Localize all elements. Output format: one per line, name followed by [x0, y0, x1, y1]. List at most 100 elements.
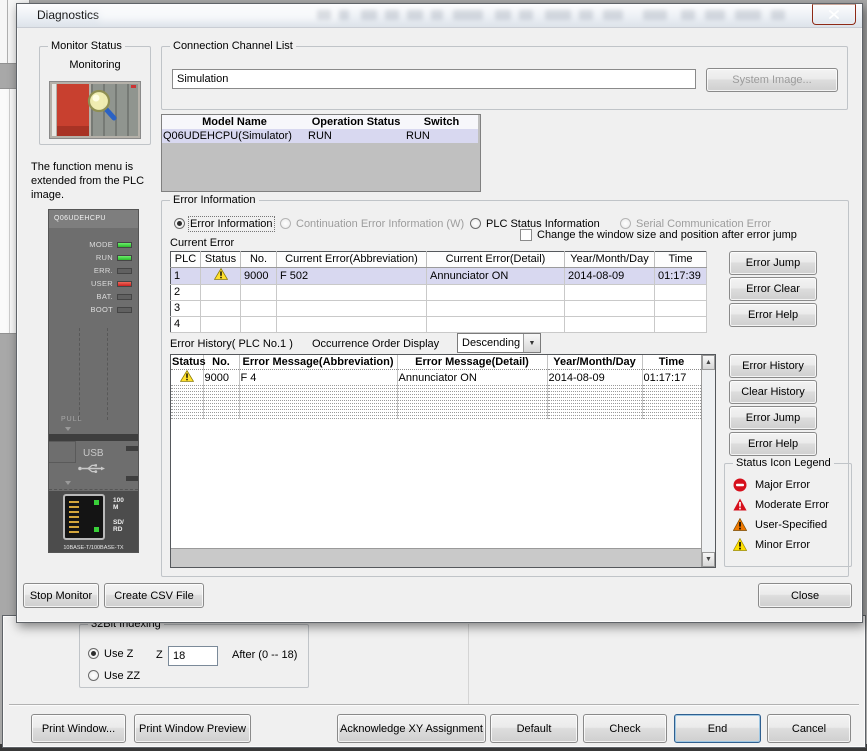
model-table-row[interactable]: Q06UDEHCPU(Simulator) RUN RUN — [162, 129, 478, 143]
plc-monitor-image — [49, 81, 141, 139]
occurrence-order-label: Occurrence Order Display — [312, 338, 439, 350]
use-z-radio-label: Use Z — [104, 648, 133, 660]
plc-model-label: Q06UDEHCPU — [49, 210, 138, 228]
error-clear-button[interactable]: Error Clear — [729, 277, 817, 301]
titlebar-blur — [771, 10, 785, 20]
z-label: Z — [156, 649, 163, 661]
titlebar-blur — [407, 10, 423, 20]
divider-vertical — [468, 624, 469, 704]
port-speed-label: 100M — [113, 497, 124, 511]
current-error-row[interactable]: 2 — [171, 285, 707, 301]
moderate-error-icon — [733, 498, 747, 511]
plc-seam — [79, 328, 80, 420]
indexing-group: 32Bit Indexing Use Z Z After (0 -- 18) U… — [79, 624, 309, 688]
history-row[interactable]: 9000 F 4 Annunciator ON 2014-08-09 01:17… — [171, 370, 701, 386]
titlebar-blur — [705, 10, 725, 20]
ethernet-led — [94, 527, 99, 532]
error-detail-cell: Annunciator ON — [397, 370, 547, 386]
current-error-header: Current Error(Abbreviation) — [277, 252, 427, 268]
close-button[interactable]: Close — [758, 583, 852, 608]
port-sdrd-label: SD/RD — [113, 519, 124, 533]
user-specified-icon — [733, 518, 747, 531]
magnifier-icon — [76, 86, 120, 126]
current-error-row[interactable]: 3 — [171, 301, 707, 317]
plc-tab — [49, 441, 76, 463]
error-time-cell: 01:17:39 — [655, 268, 707, 285]
current-error-row[interactable]: 1 9000 F 502 Annunciator ON 2014-08-09 0… — [171, 268, 707, 285]
z-value-input[interactable] — [168, 646, 218, 666]
print-window-button[interactable]: Print Window... — [31, 714, 126, 743]
plc-right-tab — [126, 476, 138, 481]
user-led-icon — [117, 281, 132, 287]
current-error-header: No. — [241, 252, 277, 268]
stop-monitor-button[interactable]: Stop Monitor — [23, 583, 99, 608]
z-range-label: After (0 -- 18) — [232, 649, 297, 661]
occurrence-order-dropdown[interactable]: Descending ▼ — [457, 333, 541, 353]
current-error-row[interactable]: 4 — [171, 317, 707, 333]
error-help-button[interactable]: Error Help — [729, 303, 817, 327]
error-history-button[interactable]: Error History — [729, 354, 817, 378]
error-time-cell: 01:17:17 — [642, 370, 701, 386]
create-csv-file-button[interactable]: Create CSV File — [104, 583, 204, 608]
radio-dot-icon — [280, 218, 291, 229]
usb-label: USB — [83, 448, 104, 459]
minor-error-icon — [214, 268, 228, 280]
default-button[interactable]: Default — [490, 714, 578, 743]
radio-label: Serial Communication Error — [636, 218, 771, 230]
chevron-down-icon: ▼ — [523, 334, 540, 352]
history-error-jump-button[interactable]: Error Jump — [729, 406, 817, 430]
system-image-button: System Image... — [706, 68, 838, 92]
monitor-image-strip — [52, 84, 56, 136]
titlebar-blur — [519, 10, 533, 20]
monitor-status-group: Monitor Status Monitoring — [39, 46, 151, 145]
pull-label: PULL — [61, 416, 83, 423]
pull-arrow-icon — [65, 481, 71, 485]
led-label: BOOT — [91, 305, 113, 314]
error-history-label: Error History( PLC No.1 ) — [170, 338, 293, 350]
print-window-preview-button[interactable]: Print Window Preview — [134, 714, 251, 743]
ethernet-port — [63, 494, 105, 540]
scroll-down-button[interactable]: ▼ — [702, 552, 715, 567]
titlebar-blur — [431, 10, 443, 20]
resize-after-jump-checkbox[interactable]: Change the window size and position afte… — [520, 229, 797, 241]
scroll-up-button[interactable]: ▲ — [702, 355, 715, 370]
error-jump-button[interactable]: Error Jump — [729, 251, 817, 275]
operation-status-cell: RUN — [307, 129, 405, 143]
model-name-cell: Q06UDEHCPU(Simulator) — [162, 129, 307, 143]
history-bottom-strip — [171, 548, 701, 567]
history-header: Error Message(Detail) — [397, 355, 547, 370]
mode-led-icon — [117, 242, 132, 248]
check-button[interactable]: Check — [583, 714, 667, 743]
monitor-image-led — [131, 85, 136, 88]
error-abbr-cell: F 4 — [239, 370, 397, 386]
use-zz-radio[interactable]: Use ZZ — [88, 669, 140, 682]
clear-history-button[interactable]: Clear History — [729, 380, 817, 404]
model-table: Model Name Operation Status Switch Q06UD… — [161, 114, 481, 192]
end-button[interactable]: End — [674, 714, 761, 743]
legend-label: Major Error — [755, 479, 810, 491]
cancel-button[interactable]: Cancel — [767, 714, 851, 743]
titlebar-blur — [317, 10, 331, 20]
radio-label: Error Information — [190, 218, 273, 230]
close-window-button[interactable] — [812, 4, 856, 25]
acknowledge-xy-assignment-button[interactable]: Acknowledge XY Assignment — [337, 714, 486, 743]
history-error-help-button[interactable]: Error Help — [729, 432, 817, 456]
titlebar-blur — [735, 10, 761, 20]
pull-arrow-icon — [65, 427, 71, 431]
error-information-radio[interactable]: Error Information — [174, 217, 273, 230]
status-icon-legend-label: Status Icon Legend — [733, 456, 834, 470]
title-bar: Diagnostics — [17, 4, 862, 28]
dialog-title: Diagnostics — [37, 8, 99, 22]
error-date-cell: 2014-08-09 — [565, 268, 655, 285]
plc-band — [49, 434, 138, 441]
major-error-icon — [733, 478, 747, 492]
history-row — [171, 416, 701, 419]
error-abbr-cell: F 502 — [277, 268, 427, 285]
use-z-radio[interactable]: Use Z — [88, 647, 133, 660]
radio-dot-icon — [620, 218, 631, 229]
model-table-header: Operation Status — [307, 115, 405, 129]
close-icon — [828, 10, 840, 19]
vertical-scrollbar[interactable]: ▲ ▼ — [701, 355, 715, 567]
connection-channel-input[interactable] — [172, 69, 696, 89]
current-error-header: Current Error(Detail) — [427, 252, 565, 268]
